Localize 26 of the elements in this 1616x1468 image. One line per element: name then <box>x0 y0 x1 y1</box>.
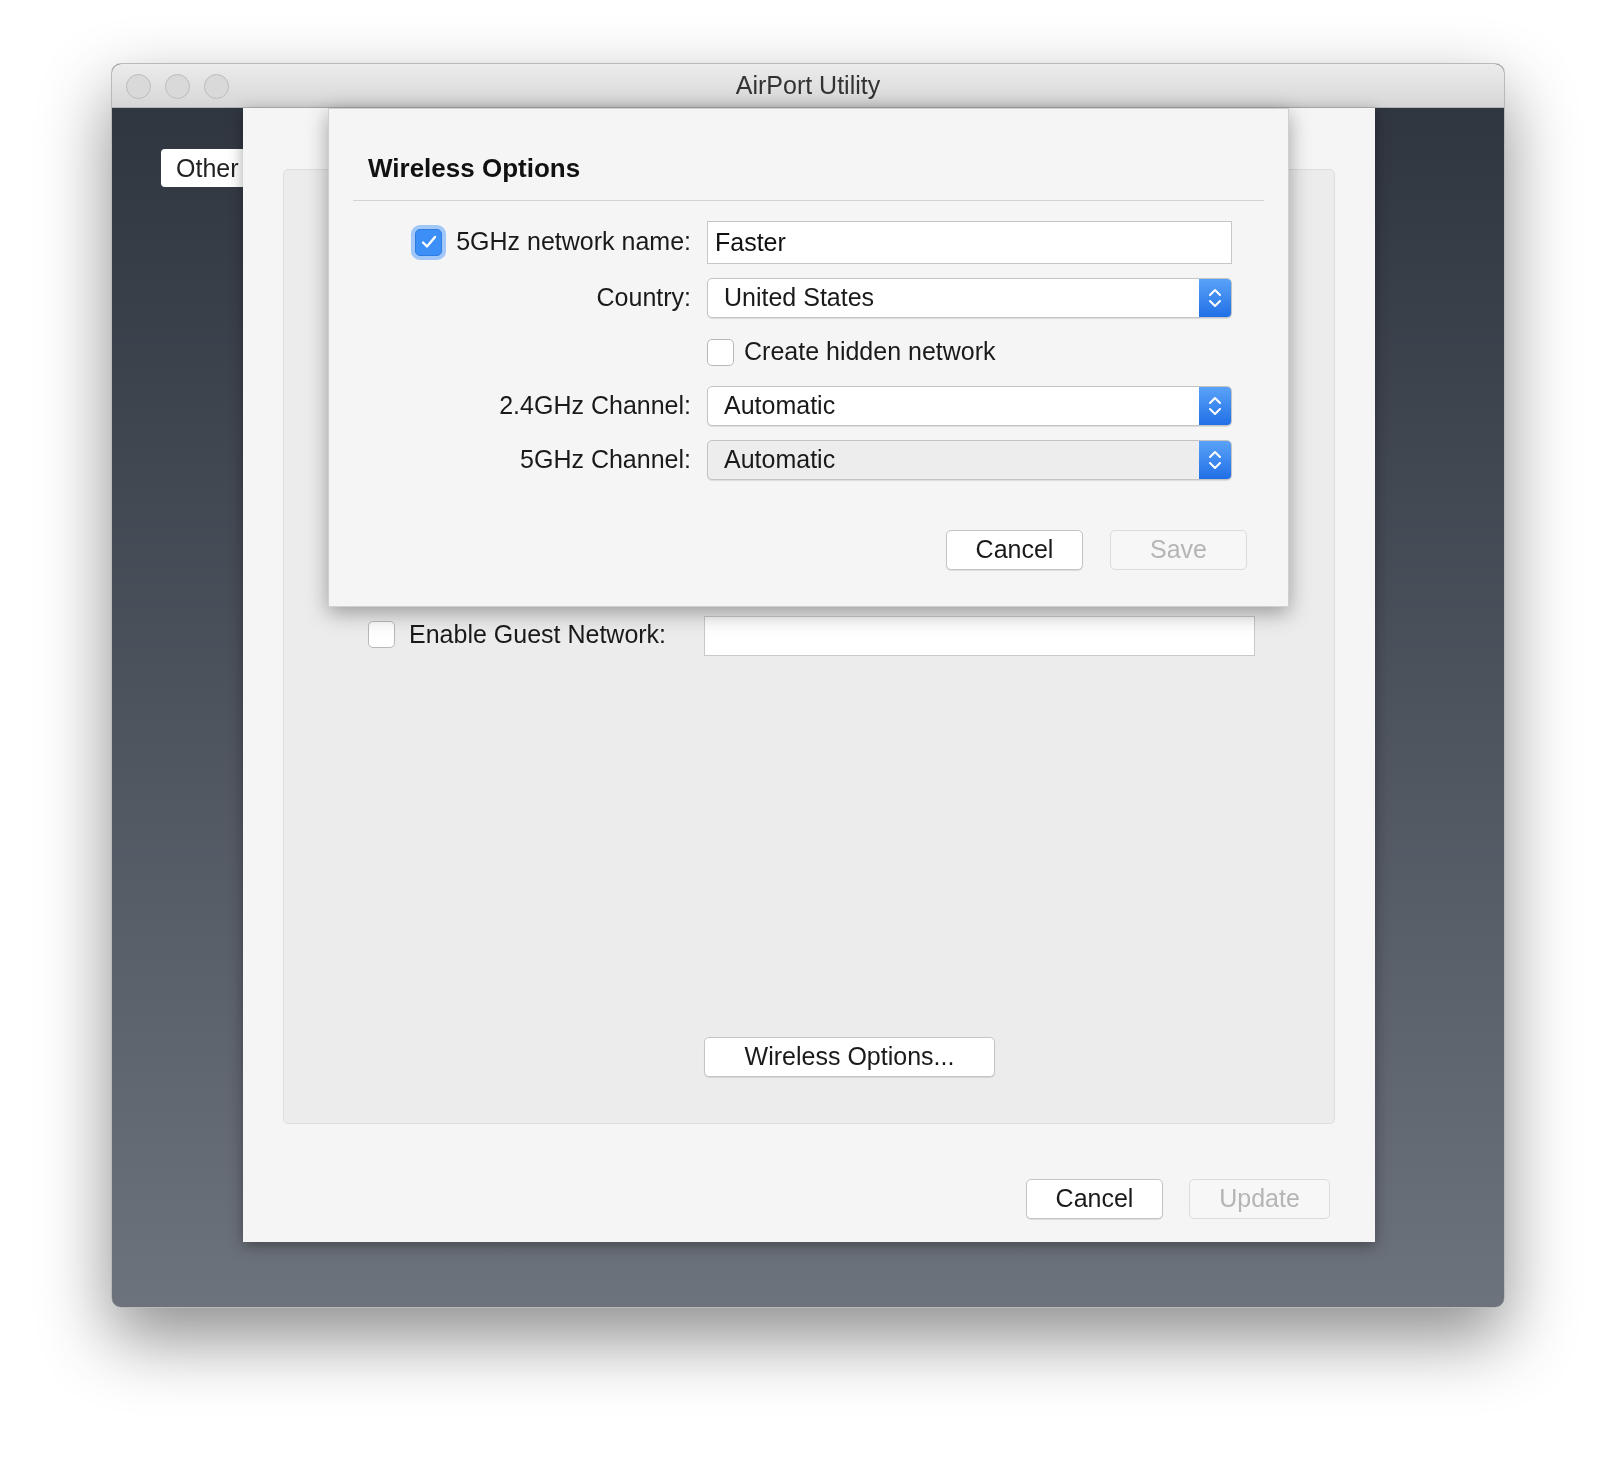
guest-network-field[interactable] <box>704 616 1255 656</box>
stepper-arrows-icon <box>1208 286 1222 310</box>
push-button[interactable]: Cancel <box>946 530 1083 570</box>
field-label: Country: <box>596 282 691 314</box>
popup-button[interactable]: Automatic <box>707 440 1232 480</box>
zoom-button[interactable] <box>204 74 229 99</box>
field-label: 2.4GHz Channel: <box>499 390 691 422</box>
checkbox[interactable] <box>415 228 443 256</box>
checkbox-label: Enable Guest Network: <box>409 619 667 650</box>
window-title: AirPort Utility <box>735 69 881 101</box>
dialog-title: Wireless Options <box>368 152 582 185</box>
checkmark-icon <box>420 235 437 249</box>
field-label: 5GHz network name: <box>456 226 691 258</box>
minimize-button[interactable] <box>165 74 190 99</box>
checkbox[interactable] <box>368 621 395 649</box>
checkbox[interactable] <box>707 338 734 366</box>
popup-button[interactable]: Automatic <box>707 386 1232 426</box>
wireless-options-button[interactable]: Wireless Options... <box>704 1037 995 1077</box>
close-button[interactable] <box>126 74 151 99</box>
stepper-arrows-icon <box>1208 448 1222 472</box>
checkbox-label: Create hidden network <box>744 336 996 368</box>
push-button[interactable]: Cancel <box>1026 1179 1163 1219</box>
stepper-arrows-icon <box>1208 394 1222 418</box>
popup-button[interactable]: United States <box>707 278 1232 318</box>
field-label: 5GHz Channel: <box>520 444 691 476</box>
network-name-field[interactable]: Faster <box>707 220 1232 264</box>
